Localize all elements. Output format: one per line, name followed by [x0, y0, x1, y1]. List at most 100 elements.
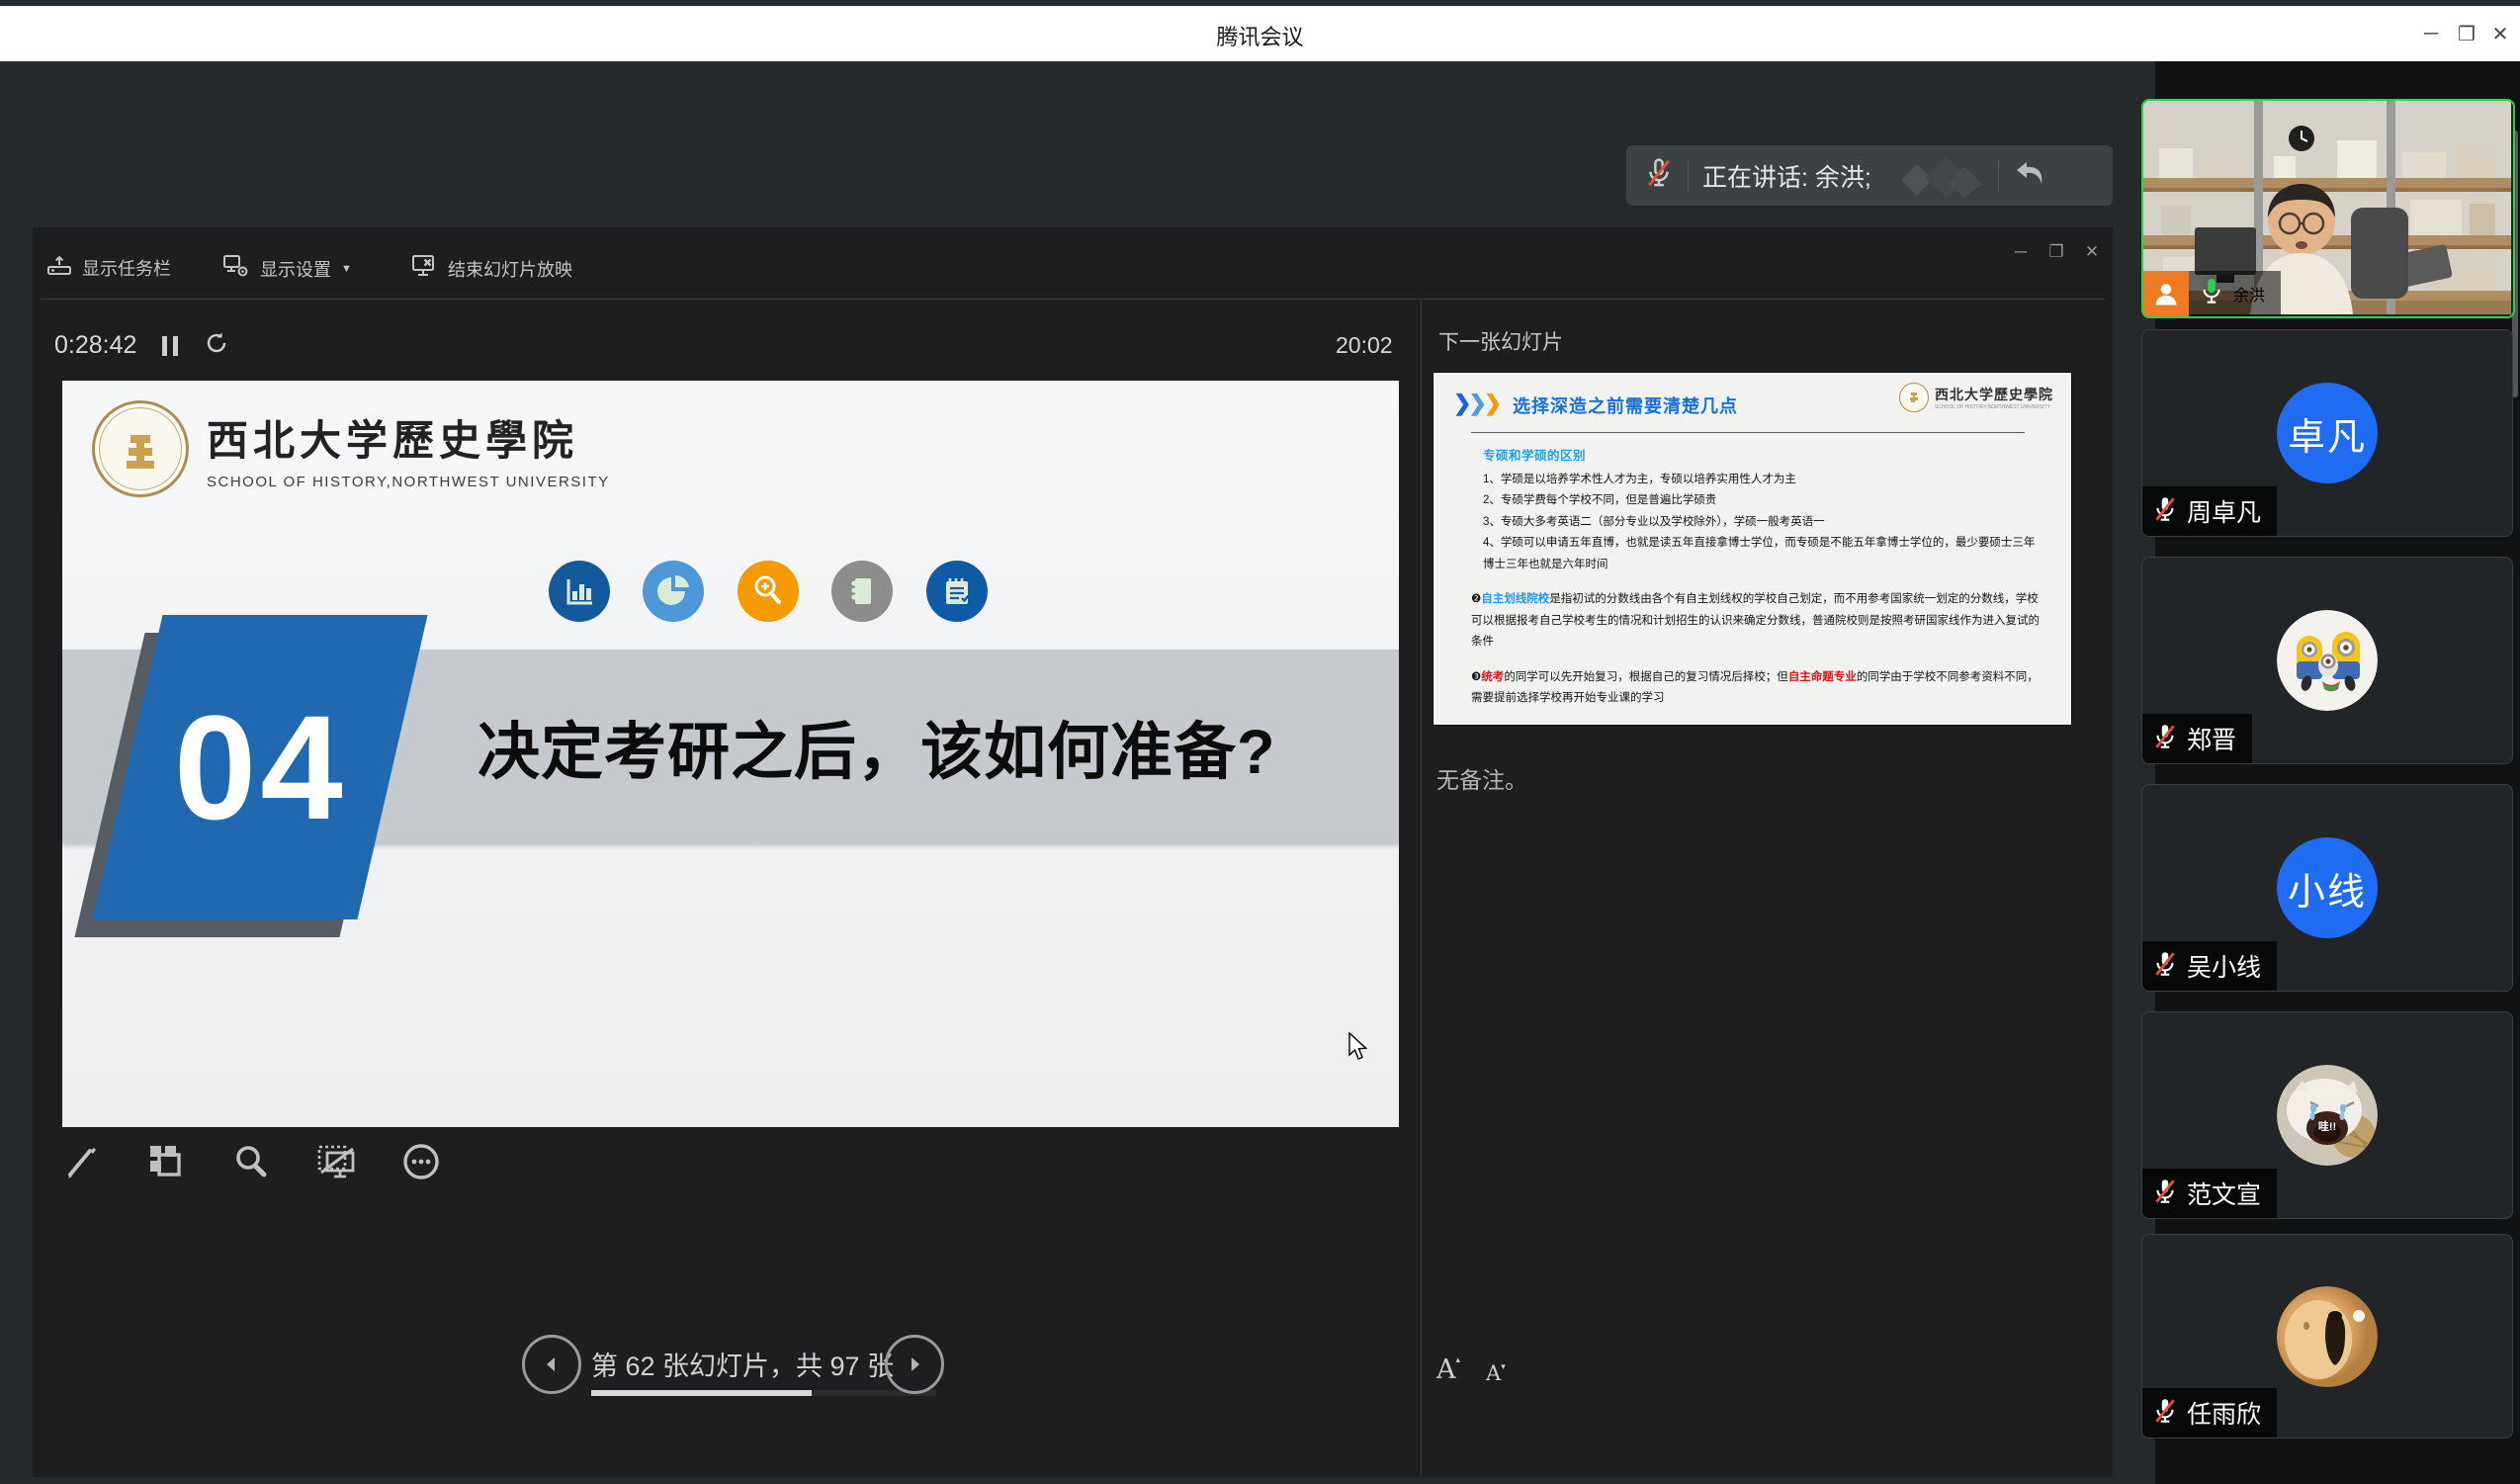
- previous-slide-button[interactable]: [522, 1335, 581, 1394]
- ppt-minimize-button[interactable]: ─: [2004, 237, 2038, 267]
- current-slide: 西北大学歷史學院 SCHOOL OF HISTORY,NORTHWEST UNI…: [62, 381, 1399, 1127]
- participant-tile[interactable]: 卓凡 周卓凡: [2141, 329, 2513, 537]
- participant-tile[interactable]: 任雨欣: [2141, 1234, 2513, 1439]
- dog-meme-avatar: [2277, 1286, 2378, 1387]
- participants-sidebar: 余洪 卓凡 周卓凡: [2155, 61, 2520, 1484]
- active-mic-icon: [2199, 277, 2224, 311]
- pen-icon[interactable]: [56, 1137, 106, 1186]
- slide-title: 决定考研之后，该如何准备?: [478, 677, 1367, 816]
- zoom-slide-icon[interactable]: [226, 1137, 276, 1186]
- end-slideshow-button[interactable]: 结束幻灯片放映: [410, 253, 572, 284]
- participant-name: 郑晋: [2187, 721, 2236, 756]
- preview-school-cn: 西北大学歷史學院: [1935, 385, 2053, 404]
- chevrons-icon: ❯❯❯: [1453, 391, 1499, 416]
- school-name-cn: 西北大学歷史學院: [207, 407, 610, 468]
- ppt-restore-button[interactable]: ❐: [2040, 237, 2073, 267]
- name-badge: 周卓凡: [2142, 486, 2277, 536]
- next-slide-button[interactable]: [885, 1335, 944, 1394]
- participant-tile-video[interactable]: 余洪: [2141, 99, 2515, 318]
- wall-clock: 20:02: [1336, 332, 1393, 359]
- name-badge: 任雨欣: [2142, 1388, 2277, 1438]
- preview-heading: 专硕和学硕的区别: [1483, 446, 2040, 468]
- cat-meme-avatar: 哇!!: [2277, 1065, 2378, 1166]
- speaking-label: 正在讲话: 余洪;: [1702, 158, 1871, 194]
- muted-mic-icon: [2152, 1396, 2178, 1431]
- participant-name: 余洪: [2233, 282, 2265, 306]
- display-settings-label: 显示设置: [260, 256, 331, 282]
- see-all-slides-icon[interactable]: [141, 1137, 191, 1186]
- school-seal-icon: [92, 400, 189, 497]
- elapsed-time: 0:28:42: [54, 331, 136, 360]
- next-slide-label: 下一张幻灯片: [1438, 326, 1563, 356]
- black-screen-icon[interactable]: [311, 1137, 361, 1186]
- tencent-meeting-window: 腾讯会议 ─ ❐ ✕ ─ ❐ ✕ 显示任务栏 显示设置 ▼: [0, 0, 2520, 1484]
- participant-tile[interactable]: 郑晋: [2141, 557, 2513, 764]
- panel-divider: [1421, 299, 1422, 1477]
- end-slideshow-label: 结束幻灯片放映: [448, 256, 572, 282]
- host-icon: [2143, 271, 2189, 316]
- restore-button[interactable]: ❐: [2449, 16, 2484, 51]
- preview-paragraph-2: ❷自主划线院校是指初试的分数线由各个有自主划线权的学校自己划定，而不用参考国家统…: [1471, 589, 2040, 654]
- muted-mic-icon: [2152, 494, 2178, 529]
- screen-share-area: ─ ❐ ✕ 显示任务栏 显示设置 ▼ 结束幻灯片放映: [0, 61, 2155, 1484]
- participant-name: 吴小线: [2187, 948, 2261, 984]
- mouse-cursor: [1347, 1032, 1368, 1067]
- end-slideshow-icon: [410, 253, 438, 284]
- participant-tile[interactable]: 小线 吴小线: [2141, 784, 2513, 992]
- restart-timer-icon[interactable]: [204, 330, 229, 361]
- dropdown-arrow-icon: ▼: [341, 263, 352, 275]
- tencent-meeting-logo: [1899, 154, 1984, 198]
- muted-mic-icon: [2152, 722, 2178, 756]
- muted-mic-icon: [2152, 1177, 2178, 1211]
- display-settings-icon: [222, 253, 250, 284]
- muted-mic-icon: [1644, 156, 1674, 195]
- presentation-timer: 0:28:42: [54, 330, 229, 361]
- slide-navigation: 第 62 张幻灯片，共 97 张: [33, 1335, 1421, 1424]
- show-taskbar-label: 显示任务栏: [82, 255, 171, 281]
- school-name-en: SCHOOL OF HISTORY,NORTHWEST UNIVERSITY: [207, 474, 610, 490]
- initials-avatar: 小线: [2277, 837, 2378, 938]
- minions-avatar: [2277, 610, 2378, 711]
- display-settings-button[interactable]: 显示设置 ▼: [222, 253, 352, 284]
- back-arrow-icon[interactable]: [2013, 158, 2046, 193]
- toolbar-divider: [41, 299, 2105, 300]
- taskbar-icon: [46, 253, 72, 282]
- pause-timer-icon[interactable]: [162, 336, 178, 356]
- zoom-plus-icon: [738, 561, 799, 622]
- participant-tile[interactable]: 哇!! 范文宣: [2141, 1011, 2513, 1219]
- show-taskbar-button[interactable]: 显示任务栏: [46, 253, 171, 282]
- participant-name: 周卓凡: [2187, 493, 2261, 529]
- divider: [1688, 159, 1689, 193]
- school-logo-row: 西北大学歷史學院 SCHOOL OF HISTORY,NORTHWEST UNI…: [92, 400, 610, 497]
- more-options-icon[interactable]: [396, 1137, 446, 1186]
- name-badge: 余洪: [2143, 271, 2281, 316]
- next-slide-preview: ❯❯❯ 选择深造之前需要清楚几点 西北大学歷史學院 SCHOOL OF HIST…: [1434, 373, 2071, 725]
- slide-progress-track: [591, 1390, 936, 1396]
- section-number: 04: [174, 682, 347, 853]
- notebook-icon: [831, 561, 893, 622]
- decrease-font-button[interactable]: A▾: [1486, 1361, 1506, 1385]
- app-title: 腾讯会议: [0, 20, 2520, 51]
- checklist-icon: [926, 561, 988, 622]
- notes-font-buttons: A▴ A▾: [1436, 1354, 1506, 1385]
- preview-item: 1、学硕是以培养学术性人才为主，专硕以培养实用性人才为主: [1483, 470, 2040, 491]
- bar-chart-icon: [549, 561, 610, 622]
- preview-school-en: SCHOOL OF HISTORY,NORTHWEST UNIVERSITY: [1935, 404, 2053, 410]
- preview-body: 专硕和学硕的区别 1、学硕是以培养学术性人才为主，专硕以培养实用性人才为主 2、…: [1471, 442, 2040, 710]
- close-button[interactable]: ✕: [2482, 16, 2518, 51]
- preview-item: 4、学硕可以申请五年直博，也就是读五年直接拿博士学位，而专硕是不能五年拿博士学位…: [1483, 533, 2040, 575]
- preview-rule: [1471, 432, 2025, 433]
- preview-item: 2、专硕学费每个学校不同，但是普遍比学硕贵: [1483, 490, 2040, 512]
- preview-item: 3、专硕大多考英语二（部分专业以及学校除外），学硕一般考英语一: [1483, 512, 2040, 534]
- participant-name: 范文宣: [2187, 1176, 2261, 1211]
- minimize-button[interactable]: ─: [2413, 16, 2449, 51]
- increase-font-button[interactable]: A▴: [1436, 1354, 1460, 1385]
- name-badge: 吴小线: [2142, 941, 2277, 991]
- ppt-close-button[interactable]: ✕: [2075, 237, 2109, 267]
- name-badge: 郑晋: [2142, 714, 2252, 763]
- preview-school-logo: 西北大学歷史學院 SCHOOL OF HISTORY,NORTHWEST UNI…: [1899, 383, 2053, 412]
- app-titlebar: 腾讯会议 ─ ❐ ✕: [0, 6, 2520, 62]
- preview-header: ❯❯❯ 选择深造之前需要清楚几点 西北大学歷史學院 SCHOOL OF HIST…: [1434, 373, 2071, 434]
- divider: [1998, 159, 1999, 193]
- preview-paragraph-3: ❸统考的同学可以先开始复习，根据自己的复习情况后择校；但自主命题专业的同学由于学…: [1471, 667, 2040, 710]
